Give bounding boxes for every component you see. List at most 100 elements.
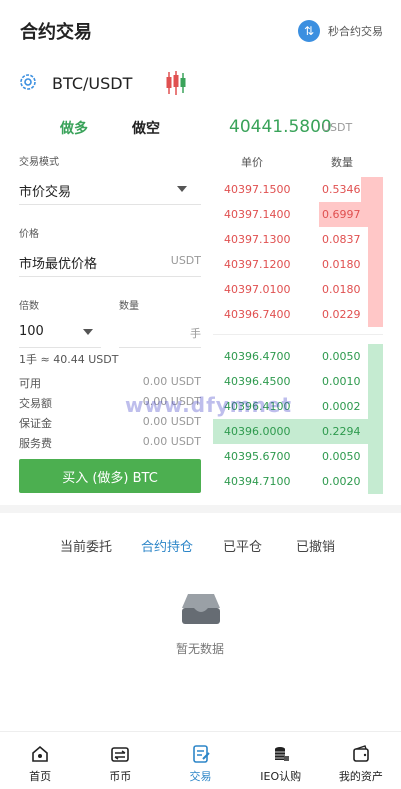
ask-qty: 0.0180 [322, 283, 361, 296]
ask-row[interactable]: 40397.1400 0.6997 [213, 202, 383, 227]
ask-qty: 0.6997 [322, 208, 361, 221]
empty-inbox-icon [182, 594, 220, 624]
bid-price: 40396.4700 [224, 350, 291, 363]
last-price-unit: USDT [322, 121, 353, 134]
nav-trade[interactable]: 交易 [160, 732, 240, 789]
page-title: 合约交易 [20, 22, 92, 43]
ask-price: 40397.1200 [224, 258, 291, 271]
empty-text: 暂无数据 [176, 642, 225, 656]
nav-label: 交易 [189, 770, 212, 783]
nav-assets[interactable]: 我的资产 [321, 732, 401, 789]
tab-short[interactable]: 做空 [132, 118, 160, 138]
bid-depth-bar [368, 369, 383, 394]
ob-qty-header: 数量 [331, 156, 353, 169]
ask-row[interactable]: 40397.1500 0.5346 [213, 177, 383, 202]
info-label: 可用 [19, 377, 41, 390]
price-field[interactable]: 市场最优价格 USDT [19, 250, 201, 277]
ask-row[interactable]: 40397.0100 0.0180 [213, 277, 383, 302]
bid-qty: 0.0050 [322, 450, 361, 463]
ask-price: 40396.7400 [224, 308, 291, 321]
ob-price-header: 单价 [241, 156, 263, 169]
home-icon [32, 745, 48, 762]
tab-long[interactable]: 做多 [60, 118, 88, 138]
ask-qty: 0.0229 [322, 308, 361, 321]
bid-depth-bar [368, 444, 383, 469]
gear-icon[interactable] [18, 72, 38, 92]
bid-qty: 0.0002 [322, 400, 361, 413]
bid-qty: 0.0020 [322, 475, 361, 488]
nav-label: IEO认购 [260, 770, 302, 783]
bid-depth-bar [368, 394, 383, 419]
candlestick-icon[interactable] [164, 70, 188, 96]
bid-qty: 0.2294 [322, 425, 361, 438]
ask-depth-bar [361, 177, 383, 202]
coins-icon [274, 747, 289, 761]
tab-cancelled[interactable]: 已撤销 [296, 536, 335, 555]
tab-positions[interactable]: 合约持仓 [141, 536, 193, 555]
price-label: 价格 [19, 229, 39, 240]
ask-price: 40397.1400 [224, 208, 291, 221]
qty-input[interactable]: 手 [119, 321, 201, 348]
watermark: www.dfymnet [125, 393, 293, 417]
nav-home[interactable]: 首页 [0, 732, 80, 789]
ask-row[interactable]: 40397.1200 0.0180 [213, 252, 383, 277]
pair-symbol[interactable]: BTC/USDT [52, 74, 132, 93]
exchange-icon [111, 747, 130, 762]
nav-coin[interactable]: 币币 [80, 732, 160, 789]
miao-contract-link[interactable]: ⇅ 秒合约交易 [298, 20, 383, 42]
info-value: 0.00 USDT [142, 435, 201, 448]
leverage-label: 倍数 [19, 301, 39, 312]
bid-price: 40394.7100 [224, 475, 291, 488]
info-label: 交易额 [19, 397, 52, 410]
bid-qty: 0.0010 [322, 375, 361, 388]
ask-depth-bar [368, 227, 383, 252]
chevron-down-icon [83, 329, 93, 335]
ask-price: 40397.1500 [224, 183, 291, 196]
ask-qty: 0.0180 [322, 258, 361, 271]
swap-arrows-icon: ⇅ [298, 20, 320, 42]
nav-ieo[interactable]: IEO认购 [241, 732, 321, 789]
bid-row[interactable]: 40395.6700 0.0050 [213, 444, 383, 469]
price-value: 市场最优价格 [19, 257, 98, 272]
info-fee: 服务费 0.00 USDT [19, 435, 201, 451]
ask-row[interactable]: 40396.7400 0.0229 [213, 302, 383, 327]
info-margin: 保证金 0.00 USDT [19, 415, 201, 431]
mode-value: 市价交易 [19, 185, 72, 200]
bid-price: 40396.0000 [224, 425, 291, 438]
info-label: 服务费 [19, 437, 52, 450]
section-divider [0, 505, 401, 513]
bid-price: 40396.4500 [224, 375, 291, 388]
wallet-icon [353, 745, 369, 762]
bottom-nav: 首页 币币 交易 IEO认购 我的资产 [0, 731, 401, 789]
bid-depth-bar [368, 344, 383, 369]
info-value: 0.00 USDT [142, 375, 201, 388]
ask-qty: 0.5346 [322, 183, 361, 196]
tab-closed[interactable]: 已平仓 [223, 536, 262, 555]
mode-label: 交易模式 [19, 157, 59, 168]
orderbook-divider [213, 334, 383, 335]
mode-select[interactable]: 市价交易 [19, 178, 201, 205]
bid-row[interactable]: 40396.4500 0.0010 [213, 369, 383, 394]
buy-long-button[interactable]: 买入 (做多) BTC [19, 459, 201, 493]
qty-unit: 手 [190, 327, 201, 340]
bid-row[interactable]: 40396.4700 0.0050 [213, 344, 383, 369]
ask-price: 40397.1300 [224, 233, 291, 246]
tab-current-orders[interactable]: 当前委托 [60, 536, 112, 555]
bid-row[interactable]: 40394.7100 0.0020 [213, 469, 383, 494]
ask-depth-bar [368, 277, 383, 302]
nav-label: 我的资产 [338, 770, 383, 783]
info-label: 保证金 [19, 417, 52, 430]
ask-qty: 0.0837 [322, 233, 361, 246]
chevron-down-icon [177, 186, 187, 192]
bid-row[interactable]: 40396.0000 0.2294 [213, 419, 383, 444]
info-available: 可用 0.00 USDT [19, 375, 201, 391]
ask-price: 40397.0100 [224, 283, 291, 296]
ask-depth-bar [368, 252, 383, 277]
leverage-select[interactable]: 100 [19, 321, 101, 348]
bid-depth-bar [368, 469, 383, 494]
price-unit: USDT [170, 254, 201, 267]
nav-label: 首页 [29, 770, 52, 783]
bid-price: 40395.6700 [224, 450, 291, 463]
nav-label: 币币 [109, 770, 132, 783]
ask-row[interactable]: 40397.1300 0.0837 [213, 227, 383, 252]
